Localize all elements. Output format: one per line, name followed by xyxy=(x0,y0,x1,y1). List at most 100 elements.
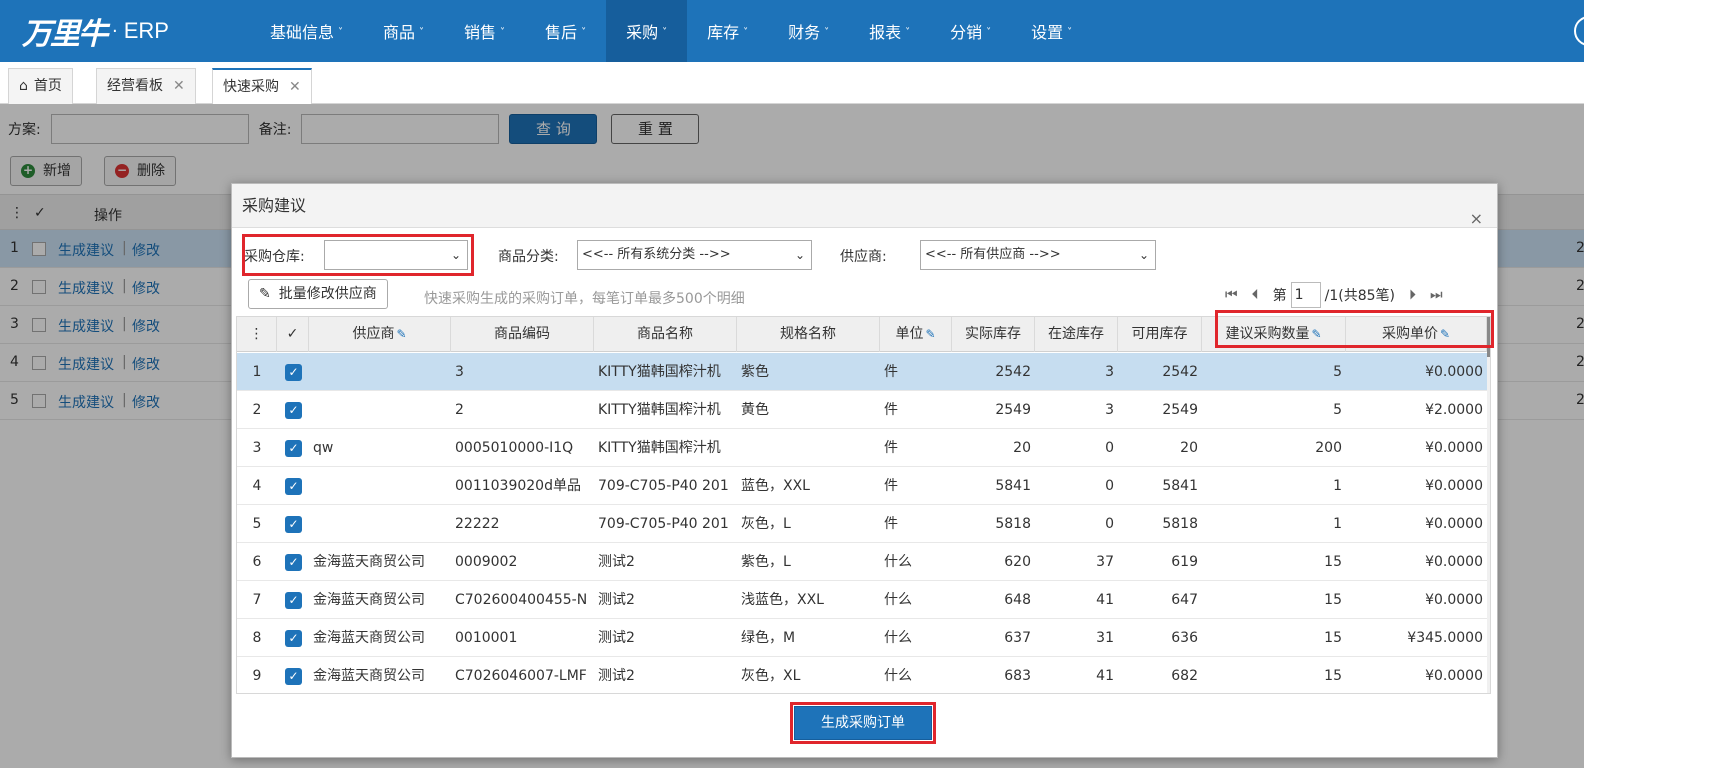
suggested-qty-cell[interactable]: 5 xyxy=(1202,391,1346,429)
unit-cell: 什么 xyxy=(884,554,912,570)
suggested-qty-cell[interactable]: 200 xyxy=(1202,429,1346,467)
available-stock-cell: 2542 xyxy=(1162,364,1198,380)
supplier-cell[interactable] xyxy=(309,467,451,505)
next-page-icon[interactable]: ⏵ xyxy=(1409,287,1416,303)
nav-item-purchase[interactable]: 采购 ˅ xyxy=(606,0,688,62)
column-header-name[interactable]: 商品名称 xyxy=(594,317,737,352)
row-checkbox[interactable]: ✓ xyxy=(281,581,309,619)
close-icon[interactable]: × xyxy=(1470,197,1483,241)
nav-item-after-sales[interactable]: 售后 ˅ xyxy=(525,0,606,62)
row-checkbox[interactable]: ✓ xyxy=(281,391,309,429)
suggested-qty-cell[interactable]: 1 xyxy=(1202,505,1346,543)
unit-price-cell[interactable]: ¥2.0000 xyxy=(1346,391,1487,429)
column-header-actual-stock[interactable]: 实际库存 xyxy=(952,317,1035,352)
chevron-down-icon: ⌄ xyxy=(794,248,805,262)
home-icon: ⌂ xyxy=(19,78,28,94)
column-header-supplier[interactable]: 供应商 ✎ xyxy=(309,317,451,352)
category-select[interactable]: <<-- 所有系统分类 -->> ⌄ xyxy=(577,240,812,270)
supplier-cell[interactable]: 金海蓝天商贸公司 xyxy=(309,543,451,581)
unit-price-cell[interactable]: ¥0.0000 xyxy=(1346,543,1487,581)
unit-price-cell[interactable]: ¥0.0000 xyxy=(1346,467,1487,505)
unit-price-cell[interactable]: ¥0.0000 xyxy=(1346,505,1487,543)
nav-item-goods[interactable]: 商品 ˅ xyxy=(363,0,444,62)
close-icon[interactable]: ✕ xyxy=(289,79,301,95)
last-page-icon[interactable]: ⏭ xyxy=(1430,287,1443,303)
table-row[interactable]: ✓ 4 0011039020d单品 709-C705-P40 201 蓝色，XXL 件 58… xyxy=(237,467,1490,505)
app-logo[interactable]: 万里牛 · ERP xyxy=(22,12,169,52)
supplier-cell[interactable] xyxy=(309,391,451,429)
suggested-qty-cell[interactable]: 5 xyxy=(1202,353,1346,391)
unit-price-cell[interactable]: ¥0.0000 xyxy=(1346,429,1487,467)
table-row[interactable]: ✓ 9 金海蓝天商贸公司 C7026046007-LMF 测试2 灰色，XL 什么 683 41… xyxy=(237,657,1490,693)
unit-price-cell[interactable]: ¥0.0000 xyxy=(1346,657,1487,693)
table-row[interactable]: ✓ 8 金海蓝天商贸公司 0010001 测试2 绿色，M 什么 637 31 636 15 ¥345… xyxy=(237,619,1490,657)
row-number: 3 xyxy=(252,440,262,456)
row-checkbox[interactable]: ✓ xyxy=(281,505,309,543)
supplier-cell[interactable] xyxy=(309,505,451,543)
supplier-cell[interactable]: qw xyxy=(309,429,451,467)
table-row[interactable]: ✓ 5 22222 709-C705-P40 201 灰色，L 件 5818 0 5818 1 ¥0… xyxy=(237,505,1490,543)
spec-cell: 紫色，L xyxy=(741,554,791,570)
supplier-select[interactable]: <<-- 所有供应商 -->> ⌄ xyxy=(920,240,1156,270)
page-total: /1(共85笔) xyxy=(1324,288,1395,304)
suggested-qty-cell[interactable]: 15 xyxy=(1202,581,1346,619)
nav-item-label: 财务 xyxy=(788,23,821,42)
row-checkbox[interactable]: ✓ xyxy=(281,429,309,467)
supplier-cell[interactable]: 金海蓝天商贸公司 xyxy=(309,581,451,619)
row-checkbox[interactable]: ✓ xyxy=(281,543,309,581)
supplier-cell[interactable]: 金海蓝天商贸公司 xyxy=(309,657,451,693)
column-header-available-stock[interactable]: 可用库存 xyxy=(1118,317,1202,352)
tab-dashboard[interactable]: 经营看板 ✕ xyxy=(96,68,196,104)
code-cell: 22222 xyxy=(455,516,500,532)
column-header-transit-stock[interactable]: 在途库存 xyxy=(1035,317,1118,352)
column-header-unit[interactable]: 单位 ✎ xyxy=(880,317,952,352)
suggested-qty-cell[interactable]: 1 xyxy=(1202,467,1346,505)
table-row[interactable]: ✓ 3 qw 0005010000-I1Q KITTY猫韩国榨汁机件 20 0 20 200 ¥0… xyxy=(237,429,1490,467)
supplier-cell[interactable]: 金海蓝天商贸公司 xyxy=(309,619,451,657)
suggested-qty-cell[interactable]: 15 xyxy=(1202,619,1346,657)
suggested-qty-cell[interactable]: 15 xyxy=(1202,543,1346,581)
unit-cell: 件 xyxy=(884,516,898,532)
unit-price-cell[interactable]: ¥345.0000 xyxy=(1346,619,1487,657)
unit-price-cell[interactable]: ¥0.0000 xyxy=(1346,353,1487,391)
column-header-spec[interactable]: 规格名称 xyxy=(737,317,880,352)
nav-item-settings[interactable]: 设置 ˅ xyxy=(1011,0,1092,62)
close-icon[interactable]: ✕ xyxy=(173,78,185,94)
user-avatar-icon[interactable] xyxy=(1574,16,1584,46)
nav-item-distribution[interactable]: 分销 ˅ xyxy=(930,0,1011,62)
table-row[interactable]: ✓ 7 金海蓝天商贸公司 C702600400455-N 测试2 浅蓝色，XXL 什么 648… xyxy=(237,581,1490,619)
table-row[interactable]: ✓ 2 2 KITTY猫韩国榨汁机 黄色件 2549 3 2549 5 ¥2.0000 xyxy=(237,391,1490,429)
row-checkbox[interactable]: ✓ xyxy=(281,657,309,693)
prev-page-icon[interactable]: ⏴ xyxy=(1252,287,1259,303)
grid-scrollbar[interactable] xyxy=(1487,317,1490,693)
supplier-cell[interactable] xyxy=(309,353,451,391)
nav-item-label: 设置 xyxy=(1031,23,1064,42)
column-label: 规格名称 xyxy=(780,326,836,342)
pagination: ⏮ ⏴ 第 1 /1(共85笔) ⏵ ⏭ xyxy=(1225,281,1443,309)
nav-item-sales[interactable]: 销售 ˅ xyxy=(444,0,525,62)
caret-down-icon: ˅ xyxy=(581,27,587,38)
row-checkbox[interactable]: ✓ xyxy=(281,467,309,505)
transit-stock-cell: 37 xyxy=(1096,554,1114,570)
nav-item-basic-info[interactable]: 基础信息 ˅ xyxy=(250,0,363,62)
row-checkbox[interactable]: ✓ xyxy=(281,619,309,657)
column-header-code[interactable]: 商品编码 xyxy=(451,317,594,352)
tab-quick-purchase[interactable]: 快速采购 ✕ xyxy=(212,68,312,105)
product-name-cell: KITTY猫韩国榨汁机 xyxy=(598,440,721,456)
page-number-input[interactable]: 1 xyxy=(1290,282,1321,308)
batch-edit-supplier-button[interactable]: ✎ 批量修改供应商 xyxy=(248,279,388,309)
tab-home[interactable]: ⌂ 首页 xyxy=(8,68,73,104)
unit-price-cell[interactable]: ¥0.0000 xyxy=(1346,581,1487,619)
nav-item-reports[interactable]: 报表 ˅ xyxy=(849,0,930,62)
suggested-qty-cell[interactable]: 15 xyxy=(1202,657,1346,693)
transit-stock-cell: 0 xyxy=(1105,440,1114,456)
table-row[interactable]: ✓ 6 金海蓝天商贸公司 0009002 测试2 紫色，L 什么 620 37 619 15 ¥0.0… xyxy=(237,543,1490,581)
first-page-icon[interactable]: ⏮ xyxy=(1225,287,1238,303)
nav-item-inventory[interactable]: 库存 ˅ xyxy=(687,0,768,62)
table-row[interactable]: ✓ 1 3 KITTY猫韩国榨汁机 紫色件 2542 3 2542 5 ¥0.0000 xyxy=(237,353,1490,391)
check-all-icon[interactable]: ✓ xyxy=(277,317,309,352)
column-menu-icon[interactable]: ⋮ xyxy=(237,317,277,352)
row-checkbox[interactable]: ✓ xyxy=(281,353,309,391)
nav-item-finance[interactable]: 财务 ˅ xyxy=(768,0,849,62)
page-prefix: 第 xyxy=(1272,288,1287,304)
